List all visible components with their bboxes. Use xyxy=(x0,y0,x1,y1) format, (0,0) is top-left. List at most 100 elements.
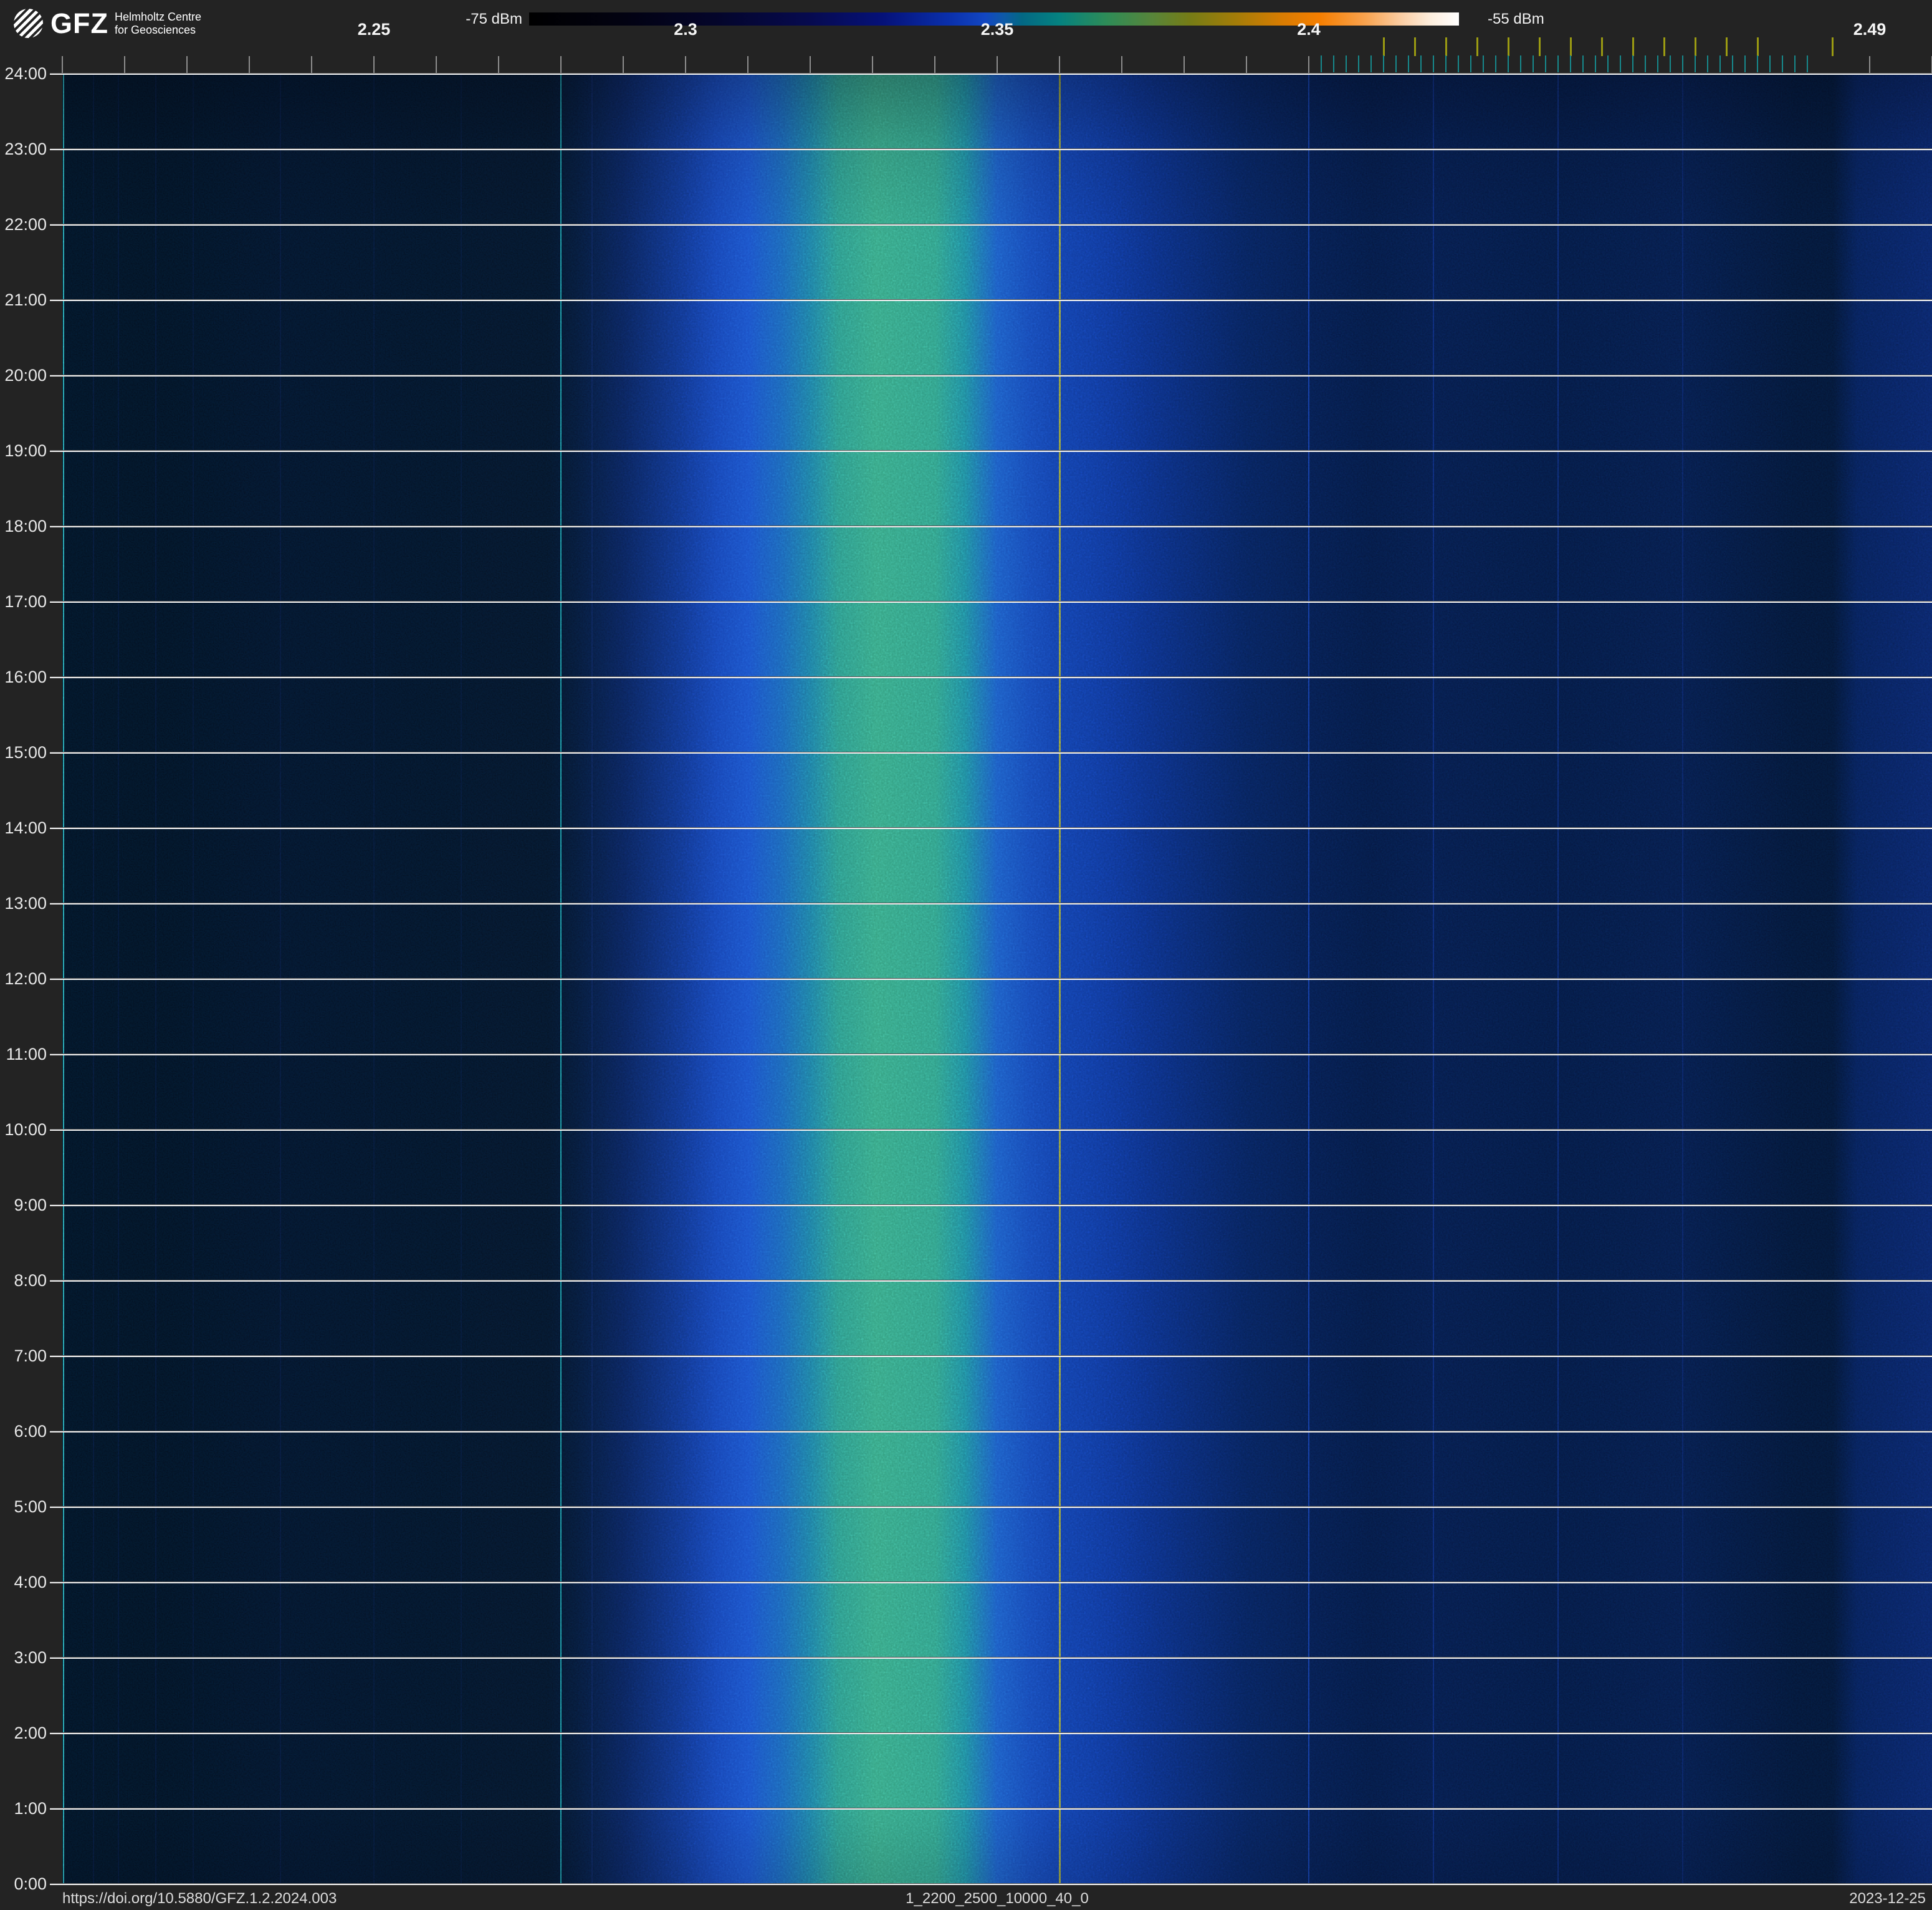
ble-channel-tick xyxy=(1657,55,1658,72)
hour-label: 11:00 xyxy=(6,1045,47,1063)
ble-channel-tick xyxy=(1794,55,1796,72)
hour-gridline xyxy=(50,148,1932,150)
gfz-globe-icon xyxy=(14,9,43,38)
hour-label: 12:00 xyxy=(4,969,47,988)
freq-minor-tick xyxy=(436,56,437,74)
ble-channel-tick xyxy=(1533,55,1534,72)
hour-gridline xyxy=(50,1883,1932,1885)
freq-minor-tick xyxy=(62,56,63,74)
spectrogram-page: { "header": { "logo_text": "GFZ", "org_l… xyxy=(0,0,1932,1910)
ble-channel-tick xyxy=(1570,55,1571,72)
ble-channel-tick xyxy=(1321,55,1322,72)
freq-minor-tick xyxy=(1121,56,1122,74)
hour-gridline xyxy=(50,1355,1932,1357)
hour-gridline xyxy=(50,1657,1932,1659)
ble-channel-tick xyxy=(1370,55,1372,72)
hour-label: 14:00 xyxy=(4,818,47,837)
hour-gridline xyxy=(50,903,1932,905)
freq-tick-label: 2.4 xyxy=(1297,20,1321,39)
hour-label: 23:00 xyxy=(4,140,47,158)
wifi-channel-tick xyxy=(1757,37,1759,56)
freq-minor-tick xyxy=(124,56,125,74)
hour-label: 13:00 xyxy=(4,894,47,913)
hour-gridline xyxy=(50,1204,1932,1206)
hour-gridline xyxy=(50,525,1932,527)
wifi-channel-tick xyxy=(1445,37,1447,56)
ble-channel-tick xyxy=(1395,55,1397,72)
freq-tick-label: 2.49 xyxy=(1853,20,1887,39)
hour-label: 2:00 xyxy=(14,1724,47,1742)
ble-channel-tick xyxy=(1483,55,1484,72)
ble-channel-tick xyxy=(1670,55,1671,72)
hour-label: 10:00 xyxy=(4,1120,47,1139)
freq-minor-tick xyxy=(747,56,748,74)
ble-channel-tick xyxy=(1433,55,1434,72)
ble-channel-tick xyxy=(1757,55,1758,72)
freq-minor-tick xyxy=(186,56,188,74)
hour-label: 6:00 xyxy=(14,1422,47,1441)
hour-gridline xyxy=(50,601,1932,603)
freq-tick-label: 2.3 xyxy=(674,20,697,39)
freq-minor-tick xyxy=(1246,56,1247,74)
hour-label: 20:00 xyxy=(4,366,47,385)
hour-label: 4:00 xyxy=(14,1573,47,1591)
wifi-channel-tick xyxy=(1414,37,1416,56)
ble-channel-tick xyxy=(1333,55,1334,72)
ble-channel-tick xyxy=(1620,55,1621,72)
wifi-channel-tick xyxy=(1601,37,1603,56)
hour-gridline xyxy=(50,1732,1932,1734)
ble-channel-tick xyxy=(1458,55,1459,72)
wifi-channel-tick xyxy=(1570,37,1572,56)
ble-channel-tick xyxy=(1408,55,1409,72)
ble-channel-tick xyxy=(1732,55,1733,72)
filename-text: 1_2200_2500_10000_40_0 xyxy=(906,1890,1089,1907)
freq-minor-tick xyxy=(997,56,998,74)
spectrogram-plot xyxy=(50,73,1932,1885)
hour-gridline xyxy=(50,1808,1932,1810)
hour-gridline xyxy=(50,676,1932,678)
hour-gridline xyxy=(50,1506,1932,1508)
hour-gridline xyxy=(50,450,1932,452)
ble-channel-tick xyxy=(1682,55,1683,72)
hour-gridline xyxy=(50,375,1932,377)
ble-channel-tick xyxy=(1595,55,1596,72)
hour-label: 7:00 xyxy=(14,1346,47,1365)
hour-label: 19:00 xyxy=(4,441,47,460)
ble-channel-tick xyxy=(1582,55,1584,72)
hour-label: 21:00 xyxy=(4,290,47,309)
ble-channel-tick xyxy=(1383,55,1384,72)
hour-label: 3:00 xyxy=(14,1648,47,1667)
freq-tick-label: 2.25 xyxy=(357,20,391,39)
ble-channel-tick xyxy=(1807,55,1808,72)
ble-channel-tick xyxy=(1744,55,1746,72)
hour-gridline xyxy=(50,827,1932,829)
ble-channel-tick xyxy=(1520,55,1521,72)
hour-label: 16:00 xyxy=(4,668,47,686)
wifi-channel-tick xyxy=(1832,37,1834,56)
ble-channel-tick xyxy=(1782,55,1783,72)
freq-minor-tick xyxy=(685,56,686,74)
ble-channel-tick xyxy=(1707,55,1708,72)
hour-label: 1:00 xyxy=(14,1799,47,1818)
freq-minor-tick xyxy=(934,56,935,74)
freq-minor-tick xyxy=(498,56,499,74)
hour-label: 5:00 xyxy=(14,1497,47,1516)
wifi-channel-tick xyxy=(1383,37,1385,56)
wifi-channel-tick xyxy=(1539,37,1541,56)
doi-text: https://doi.org/10.5880/GFZ.1.2.2024.003 xyxy=(62,1890,337,1907)
frequency-axis: 2.25 2.3 2.35 2.4 2.49 xyxy=(62,0,1932,74)
freq-minor-tick xyxy=(1308,56,1309,74)
hour-gridline xyxy=(50,1431,1932,1432)
date-text: 2023-12-25 xyxy=(1849,1890,1926,1907)
wifi-channel-tick xyxy=(1695,37,1696,56)
ble-channel-tick xyxy=(1632,55,1633,72)
ble-channel-tick xyxy=(1358,55,1359,72)
ble-channel-tick xyxy=(1508,55,1509,72)
ble-channel-tick xyxy=(1420,55,1422,72)
hour-label: 9:00 xyxy=(14,1196,47,1214)
ble-channel-tick xyxy=(1557,55,1559,72)
ble-channel-tick xyxy=(1607,55,1609,72)
wifi-channel-tick xyxy=(1663,37,1665,56)
hour-label: 22:00 xyxy=(4,215,47,234)
hour-gridline xyxy=(50,752,1932,754)
